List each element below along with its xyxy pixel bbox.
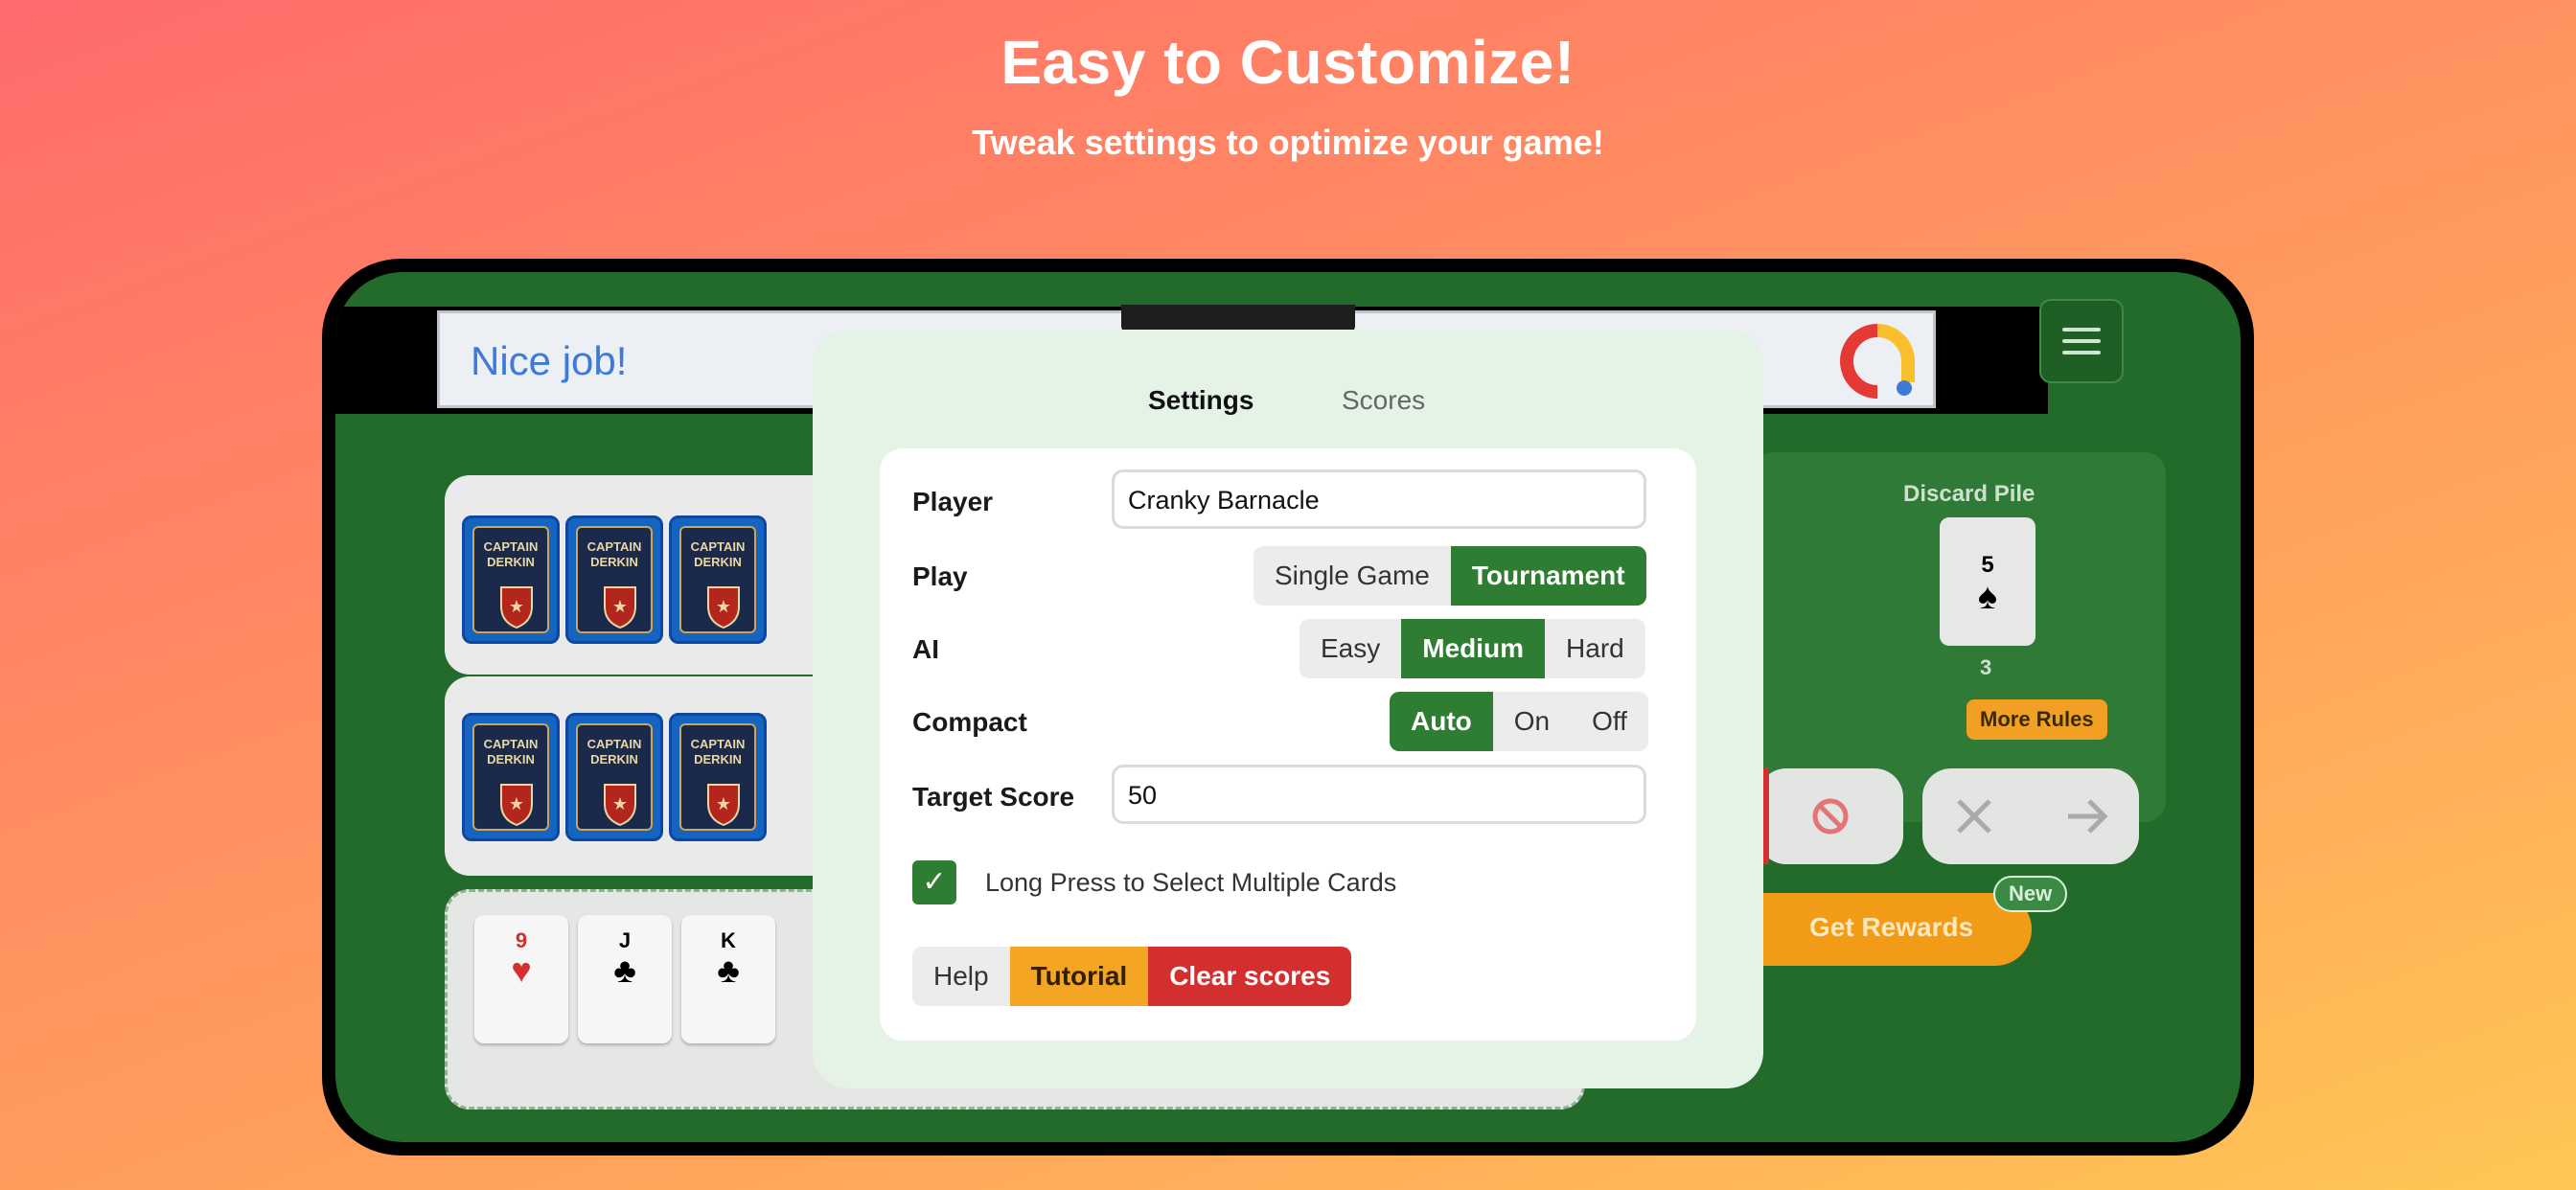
svg-text:★: ★	[612, 794, 628, 813]
long-press-checkbox[interactable]: ✓	[912, 860, 956, 904]
player-name-input[interactable]: Cranky Barnacle	[1112, 469, 1646, 529]
long-press-label: Long Press to Select Multiple Cards	[985, 868, 1397, 897]
target-score-input[interactable]: 50	[1112, 765, 1646, 824]
opponent-hand-1: CAPTAIN DERKIN ★ CAPTAIN DERKIN ★ CAPTAIN D…	[445, 475, 847, 675]
target-score-label: Target Score	[912, 782, 1075, 812]
play-label: Play	[912, 561, 968, 591]
option-easy[interactable]: Easy	[1300, 619, 1402, 678]
svg-text:★: ★	[716, 597, 731, 616]
svg-text:★: ★	[509, 597, 524, 616]
new-badge: New	[1993, 876, 2068, 912]
option-medium[interactable]: Medium	[1401, 619, 1546, 678]
option-single-game[interactable]: Single Game	[1254, 546, 1451, 606]
option-on[interactable]: On	[1492, 692, 1572, 751]
card-back: CAPTAIN DERKIN ★	[669, 515, 767, 644]
blocked-button[interactable]	[1758, 768, 1903, 864]
block-icon	[1812, 798, 1849, 835]
card-back: CAPTAIN DERKIN ★	[565, 713, 663, 841]
help-button[interactable]: Help	[912, 947, 1010, 1006]
compact-selector: Auto On Off	[1390, 692, 1648, 751]
tab-scores[interactable]: Scores	[1342, 385, 1425, 416]
hand-card[interactable]: K ♣	[681, 915, 775, 1043]
card-back: CAPTAIN DERKIN ★	[462, 515, 560, 644]
discard-count: 3	[1980, 655, 1992, 679]
svg-text:★: ★	[716, 794, 731, 813]
ad-logo-icon	[1840, 324, 1915, 399]
ad-text: Nice job!	[471, 338, 628, 383]
promo-subtitle: Tweak settings to optimize your game!	[972, 123, 1604, 162]
svg-text:★: ★	[612, 597, 628, 616]
tab-settings[interactable]: Settings	[1148, 385, 1254, 416]
settings-actions: Help Tutorial Clear scores	[912, 947, 1352, 1006]
card-back: CAPTAIN DERKIN ★	[669, 713, 767, 841]
play-mode-selector: Single Game Tournament	[1254, 546, 1646, 606]
clear-scores-button[interactable]: Clear scores	[1148, 947, 1352, 1006]
svg-text:★: ★	[509, 794, 524, 813]
option-tournament[interactable]: Tournament	[1450, 546, 1646, 606]
discard-pile-card[interactable]: 5 ♠	[1940, 517, 2036, 646]
checkmark-icon: ✓	[922, 866, 947, 898]
hand-card[interactable]: J ♣	[578, 915, 672, 1043]
opponent-hand-2: CAPTAIN DERKIN ★ CAPTAIN DERKIN ★ CAPTAIN D…	[445, 676, 847, 876]
settings-modal: Settings Scores Player Cranky Barnacle P…	[813, 330, 1763, 1088]
card-back: CAPTAIN DERKIN ★	[462, 713, 560, 841]
hand-card[interactable]: 9 ♥	[474, 915, 568, 1043]
settings-panel: Player Cranky Barnacle Play Single Game …	[880, 448, 1696, 1041]
option-hard[interactable]: Hard	[1545, 619, 1645, 678]
compact-label: Compact	[912, 707, 1027, 737]
option-auto[interactable]: Auto	[1390, 692, 1493, 751]
hamburger-icon	[2062, 328, 2101, 332]
get-rewards-button[interactable]: Get Rewards	[1754, 893, 2032, 966]
menu-button[interactable]	[2039, 299, 2124, 383]
discard-pile-label: Discard Pile	[1903, 481, 2036, 507]
card-back: CAPTAIN DERKIN ★	[565, 515, 663, 644]
close-icon[interactable]	[1951, 793, 1997, 839]
promo-title: Easy to Customize!	[1000, 28, 1576, 97]
ai-label: AI	[912, 634, 939, 664]
ai-difficulty-selector: Easy Medium Hard	[1300, 619, 1645, 678]
arrow-right-icon[interactable]	[2062, 793, 2112, 839]
tutorial-button[interactable]: Tutorial	[1009, 947, 1149, 1006]
option-off[interactable]: Off	[1571, 692, 1648, 751]
player-label: Player	[912, 487, 994, 516]
more-rules-button[interactable]: More Rules	[1966, 699, 2107, 740]
action-buttons	[1922, 768, 2139, 864]
